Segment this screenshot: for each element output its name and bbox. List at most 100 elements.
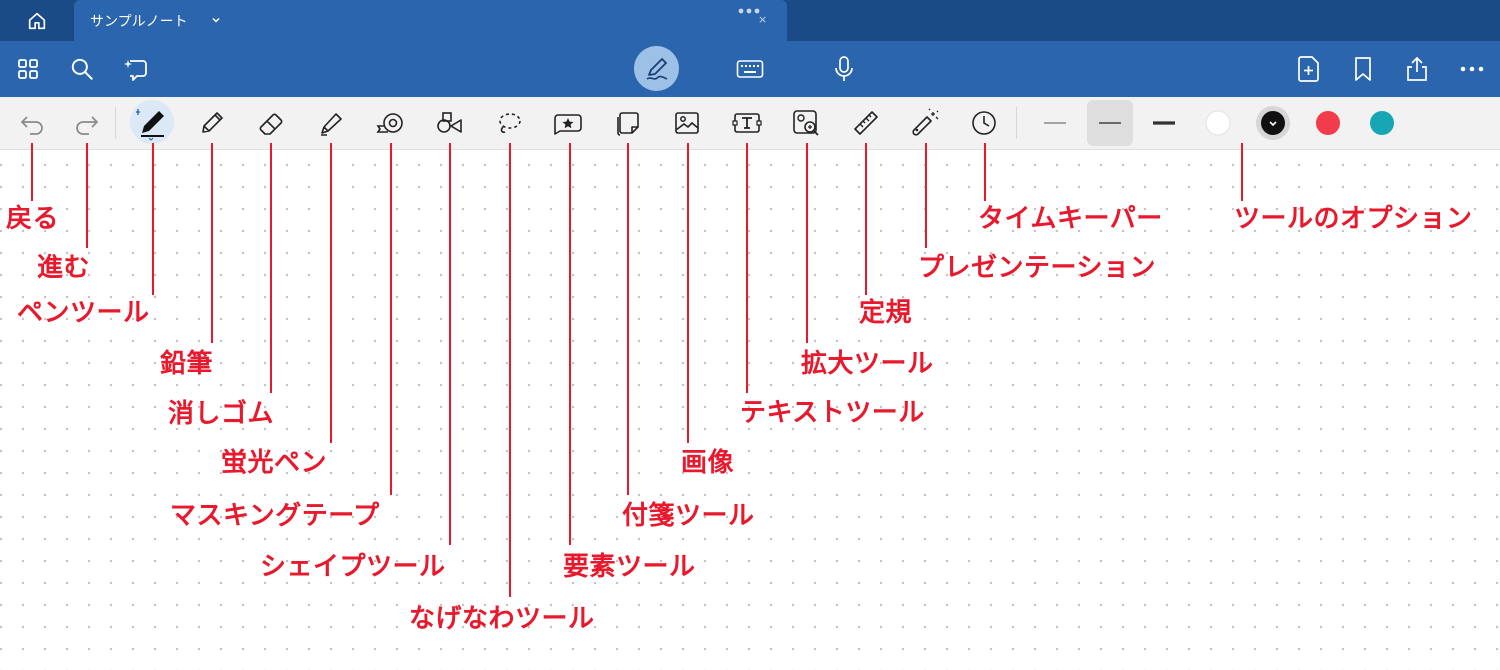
lasso-sparkle-icon xyxy=(124,60,147,81)
timer-tool-button[interactable] xyxy=(966,105,1002,141)
leader-line xyxy=(687,143,689,443)
pencil-tool-button[interactable] xyxy=(194,105,230,141)
label-highlighter: 蛍光ペン xyxy=(221,448,328,478)
leader-line xyxy=(390,143,392,495)
bookmark-button[interactable] xyxy=(1345,51,1381,87)
label-redo: 進む xyxy=(37,253,91,283)
leader-line xyxy=(984,143,986,201)
home-button[interactable] xyxy=(16,8,58,34)
label-shape-tool: シェイプツール xyxy=(260,552,446,582)
leader-line xyxy=(569,143,571,545)
grid-icon xyxy=(18,59,38,79)
ruler-tool-button[interactable] xyxy=(848,105,884,141)
color-teal[interactable] xyxy=(1364,105,1400,141)
color-swatch-icon xyxy=(1370,111,1394,135)
color-black-selected[interactable] xyxy=(1255,105,1291,141)
title-bar: サンプルノート × xyxy=(0,0,1500,41)
laser-pointer-icon xyxy=(912,108,939,136)
leader-line xyxy=(270,143,272,393)
close-tab-icon[interactable]: × xyxy=(758,13,767,26)
eraser-tool-button[interactable] xyxy=(253,105,289,141)
undo-button[interactable] xyxy=(14,105,50,141)
sticky-note-tool-button[interactable] xyxy=(610,105,646,141)
search-button[interactable] xyxy=(64,51,100,87)
color-swatch-icon xyxy=(1205,110,1231,136)
search-icon xyxy=(71,58,93,80)
stroke-width-thin[interactable] xyxy=(1037,105,1073,141)
pencil-icon xyxy=(202,112,223,133)
label-zoom-tool: 拡大ツール xyxy=(801,349,934,379)
thick-line-icon xyxy=(1153,121,1175,125)
presentation-tool-button[interactable] xyxy=(907,105,943,141)
stroke-width-thick[interactable] xyxy=(1146,105,1182,141)
thumbnails-button[interactable] xyxy=(10,51,46,87)
masking-tape-tool-button[interactable] xyxy=(372,105,408,141)
zoom-window-icon xyxy=(793,110,819,136)
pen-mode-button[interactable] xyxy=(634,46,679,91)
color-white[interactable] xyxy=(1200,105,1236,141)
lasso-tool-button[interactable] xyxy=(491,105,527,141)
label-undo: 戻る xyxy=(6,204,60,234)
microphone-icon xyxy=(835,56,853,81)
share-icon xyxy=(1407,56,1427,81)
eraser-icon xyxy=(259,113,283,135)
toolbar-divider xyxy=(115,107,116,139)
label-tool-options: ツールのオプション xyxy=(1234,204,1473,234)
label-pen-tool: ペンツール xyxy=(17,298,150,328)
redo-button[interactable] xyxy=(69,105,105,141)
voice-mode-button[interactable] xyxy=(826,51,862,87)
label-eraser: 消しゴム xyxy=(168,399,275,429)
label-timer: タイムキーパー xyxy=(978,204,1163,234)
leader-line xyxy=(330,143,332,443)
leader-line xyxy=(211,143,213,343)
label-pencil: 鉛筆 xyxy=(160,349,214,379)
label-text-tool: テキストツール xyxy=(740,398,925,428)
share-button[interactable] xyxy=(1399,51,1435,87)
medium-line-icon xyxy=(1099,122,1121,124)
text-box-icon xyxy=(732,113,762,133)
main-toolbar xyxy=(0,41,1500,97)
tool-bar xyxy=(0,97,1500,150)
thin-line-icon xyxy=(1044,122,1066,124)
image-tool-button[interactable] xyxy=(669,105,705,141)
bookmark-icon xyxy=(1355,57,1371,81)
label-lasso-tool: なげなわツール xyxy=(409,604,595,634)
masking-tape-icon xyxy=(376,113,403,133)
leader-line xyxy=(86,143,88,248)
shape-tool-button[interactable] xyxy=(431,105,467,141)
add-page-button[interactable] xyxy=(1291,51,1327,87)
stroke-width-medium[interactable] xyxy=(1092,105,1128,141)
zoom-tool-button[interactable] xyxy=(788,105,824,141)
text-tool-button[interactable] xyxy=(729,105,765,141)
add-page-icon xyxy=(1298,56,1319,82)
image-icon xyxy=(675,112,699,134)
toolbar-divider xyxy=(1016,107,1017,139)
pen-tool-icon-wrap[interactable] xyxy=(134,105,170,141)
elements-tool-button[interactable] xyxy=(550,105,586,141)
lasso-icon xyxy=(499,113,521,133)
ai-lasso-button[interactable] xyxy=(118,51,154,87)
highlighter-tool-button[interactable] xyxy=(312,105,348,141)
leader-line xyxy=(1241,143,1243,201)
leader-line xyxy=(152,143,154,295)
highlighter-icon xyxy=(321,113,342,136)
more-button[interactable] xyxy=(1454,51,1490,87)
elements-icon xyxy=(554,114,582,135)
color-swatch-icon xyxy=(1316,111,1340,135)
keyboard-mode-button[interactable] xyxy=(732,51,768,87)
leader-line xyxy=(925,143,927,248)
leader-line xyxy=(746,143,748,393)
chevron-down-icon[interactable] xyxy=(210,14,222,26)
undo-icon xyxy=(20,116,43,135)
label-sticky-note-tool: 付箋ツール xyxy=(622,501,755,531)
label-masking-tape: マスキングテープ xyxy=(170,501,380,531)
ruler-icon xyxy=(854,111,878,135)
sticky-note-icon xyxy=(617,112,639,136)
label-presentation: プレゼンテーション xyxy=(918,253,1156,283)
note-tab[interactable]: サンプルノート × xyxy=(74,0,787,41)
home-icon xyxy=(28,12,46,30)
color-red[interactable] xyxy=(1310,105,1346,141)
leader-line xyxy=(865,143,867,295)
leader-line xyxy=(627,143,629,495)
leader-line xyxy=(449,143,451,545)
